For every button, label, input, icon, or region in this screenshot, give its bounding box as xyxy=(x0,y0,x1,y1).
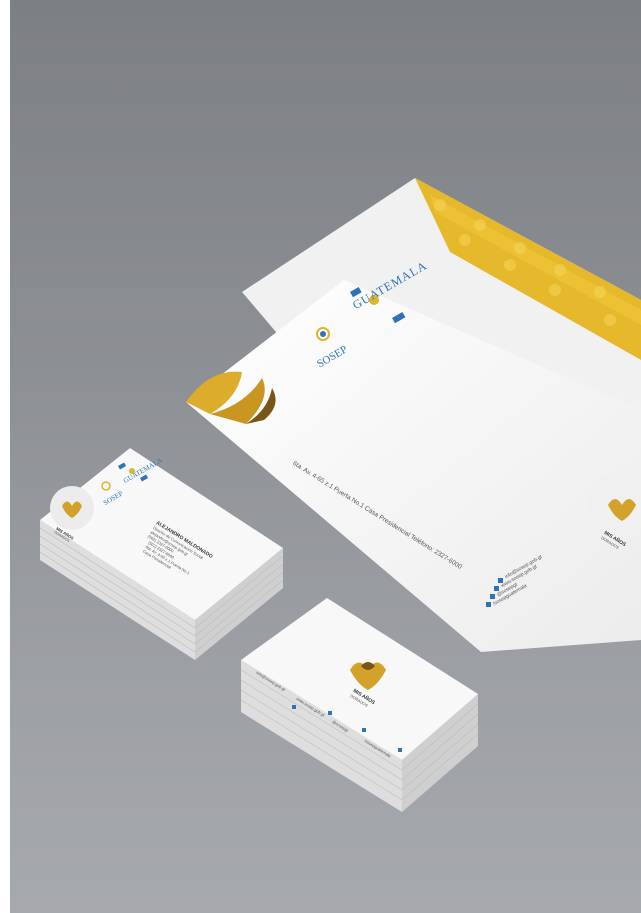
business-card-stack-back xyxy=(240,598,479,812)
mockup-scene: GUATEMALA SOSEP 6ta. Av. 4-65 z.1 Puerta… xyxy=(10,0,641,913)
